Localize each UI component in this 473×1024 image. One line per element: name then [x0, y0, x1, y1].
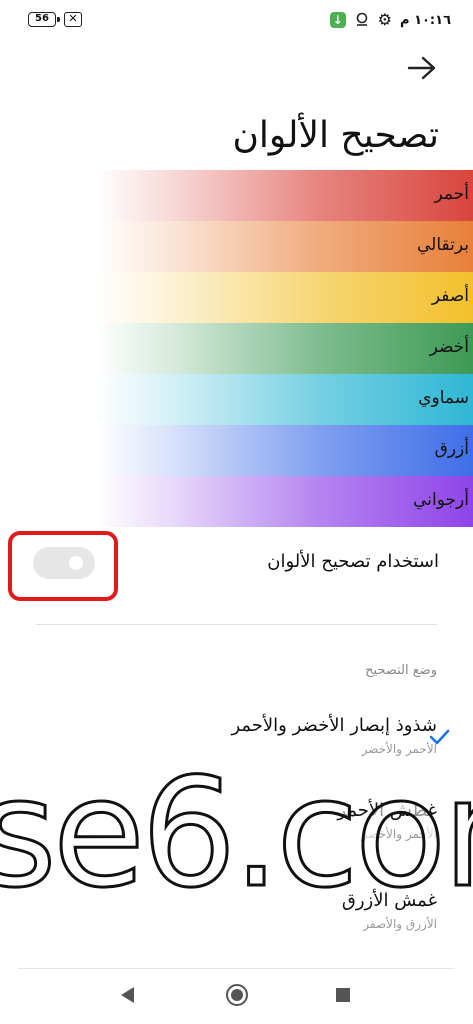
color-band-label: برتقالي — [417, 235, 469, 255]
clock: ١٠:١٦ م — [400, 12, 451, 28]
color-band: أرجواني — [95, 476, 473, 527]
divider — [36, 624, 437, 625]
color-correction-switch[interactable] — [33, 547, 95, 579]
gear-icon: ⚙ — [377, 10, 392, 29]
color-correction-toggle-row[interactable]: استخدام تصحيح الألوان — [0, 527, 473, 601]
color-band-label: أخضر — [429, 337, 469, 357]
color-band: سماوي — [95, 374, 473, 425]
color-band: أصفر — [95, 272, 473, 323]
divider — [18, 968, 455, 969]
color-band-label: أزرق — [434, 439, 469, 459]
battery-icon: 56 — [28, 12, 60, 27]
option-title: شذوذ إبصار الأخضر والأحمر — [231, 715, 437, 736]
section-label: وضع التصحيح — [365, 663, 437, 678]
color-preview: أحمر برتقالي أصفر أخضر سماوي أزرق أرجواني — [95, 170, 473, 527]
color-band: أحمر — [95, 170, 473, 221]
watermark-text: bse6.com — [0, 747, 473, 915]
watermark: bse6.com — [0, 746, 473, 916]
color-band-label: سماوي — [418, 388, 469, 408]
status-bar: 56 ✕ ↓ ⚙ ١٠:١٦ م — [0, 0, 473, 40]
color-band-label: أصفر — [431, 286, 469, 306]
location-icon — [356, 12, 367, 26]
toggle-label: استخدام تصحيح الألوان — [267, 551, 439, 572]
switch-knob — [69, 556, 83, 570]
no-sim-icon: ✕ — [64, 12, 82, 27]
nav-back-icon[interactable] — [118, 985, 136, 1005]
color-band-label: أرجواني — [413, 490, 469, 510]
back-arrow-icon[interactable] — [407, 55, 437, 81]
download-icon: ↓ — [329, 12, 346, 28]
color-band: برتقالي — [95, 221, 473, 272]
color-band: أخضر — [95, 323, 473, 374]
page-title: تصحيح الألوان — [232, 115, 439, 156]
color-band: أزرق — [95, 425, 473, 476]
option-subtitle: الأزرق والأصفر — [363, 917, 437, 931]
color-band-label: أحمر — [434, 184, 469, 204]
nav-recents-icon[interactable] — [336, 988, 350, 1002]
nav-home-icon[interactable] — [226, 984, 248, 1006]
